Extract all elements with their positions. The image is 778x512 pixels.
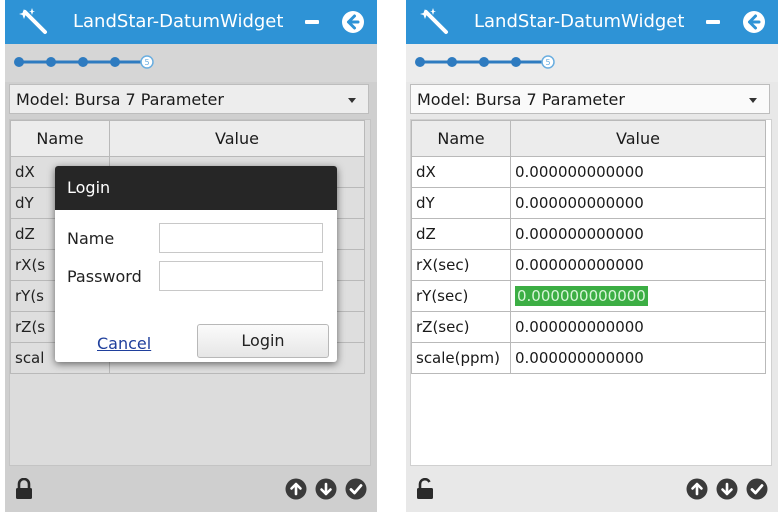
down-arrow-icon[interactable] (716, 478, 738, 500)
step-indicator: 5 (14, 55, 154, 69)
password-field[interactable] (159, 261, 323, 291)
table-row[interactable]: rX(sec) 0.000000000000 (411, 249, 766, 281)
row-value[interactable]: 0.000000000000 (510, 156, 766, 188)
table-row[interactable]: dZ 0.000000000000 (411, 218, 766, 250)
name-label: Name (67, 229, 115, 248)
step-progress: 5 (406, 44, 778, 82)
header-value: Value (510, 120, 766, 157)
model-label: Model: (16, 90, 70, 109)
back-arrow-icon[interactable] (341, 10, 365, 34)
window-title: LandStar-DatumWidget (474, 11, 685, 32)
bottom-toolbar (5, 468, 377, 512)
check-icon[interactable] (345, 478, 367, 500)
row-value[interactable]: 0.000000000000 (510, 311, 766, 343)
row-name: scale(ppm) (411, 342, 511, 374)
model-label: Model: (417, 90, 471, 109)
header-value: Value (109, 120, 365, 157)
header-name: Name (10, 120, 110, 157)
window-title: LandStar-DatumWidget (73, 11, 284, 32)
row-value[interactable]: 0.000000000000 (510, 187, 766, 219)
minimize-icon[interactable] (305, 20, 319, 24)
step-dot (511, 57, 521, 67)
model-select[interactable]: Model: Bursa 7 Parameter (9, 84, 369, 114)
row-value[interactable]: 0.000000000000 (510, 218, 766, 250)
table-header-row: Name Value (10, 120, 365, 157)
model-select-text: Model: Bursa 7 Parameter (16, 90, 224, 109)
step-dot (78, 57, 88, 67)
table-row[interactable]: scale(ppm) 0.000000000000 (411, 342, 766, 374)
row-value[interactable]: 0.000000000000 (510, 342, 766, 374)
up-arrow-icon[interactable] (285, 478, 307, 500)
step-dot (447, 57, 457, 67)
row-value-selected[interactable]: 0.000000000000 (510, 280, 766, 312)
header-name: Name (411, 120, 511, 157)
step-dot (46, 57, 56, 67)
step-dot (14, 57, 24, 67)
wand-icon (420, 8, 448, 34)
table-header-row: Name Value (411, 120, 766, 157)
login-dialog: Login Name Password Cancel Login (55, 166, 337, 362)
row-name: dX (411, 156, 511, 188)
parameter-table: Name Value dX 0.000000000000 dY 0.00000000… (410, 119, 772, 466)
step-current-label: 5 (144, 58, 149, 67)
step-dot (110, 57, 120, 67)
login-dialog-header: Login (55, 166, 337, 210)
datum-widget-window-login: LandStar-DatumWidget 5 Model: Bursa 7 Pa… (5, 0, 377, 512)
row-value[interactable]: 0.000000000000 (510, 249, 766, 281)
back-arrow-icon[interactable] (742, 10, 766, 34)
step-indicator: 5 (415, 55, 555, 69)
step-progress: 5 (5, 44, 377, 82)
title-bar: LandStar-DatumWidget (5, 0, 377, 44)
step-current-label: 5 (545, 58, 550, 67)
name-field[interactable] (159, 223, 323, 253)
row-name: dY (411, 187, 511, 219)
table-row[interactable]: dY 0.000000000000 (411, 187, 766, 219)
datum-widget-window: LandStar-DatumWidget 5 Model: Bursa 7 Pa… (406, 0, 778, 512)
login-dialog-title: Login (67, 178, 111, 197)
row-name: rZ(sec) (411, 311, 511, 343)
lock-icon[interactable] (15, 478, 33, 500)
model-select[interactable]: Model: Bursa 7 Parameter (410, 84, 770, 114)
unlock-icon[interactable] (416, 478, 436, 500)
table-row-selected[interactable]: rY(sec) 0.000000000000 (411, 280, 766, 312)
cancel-button[interactable]: Cancel (97, 334, 151, 353)
selected-value[interactable]: 0.000000000000 (515, 286, 648, 306)
up-arrow-icon[interactable] (686, 478, 708, 500)
chevron-down-icon (348, 98, 356, 103)
step-dot (479, 57, 489, 67)
model-select-text: Model: Bursa 7 Parameter (417, 90, 625, 109)
bottom-toolbar (406, 468, 778, 512)
row-name: rX(sec) (411, 249, 511, 281)
table-row[interactable]: rZ(sec) 0.000000000000 (411, 311, 766, 343)
minimize-icon[interactable] (706, 20, 720, 24)
step-dot (415, 57, 425, 67)
down-arrow-icon[interactable] (315, 478, 337, 500)
model-value: Bursa 7 Parameter (74, 90, 224, 109)
login-button[interactable]: Login (197, 324, 329, 358)
password-label: Password (67, 267, 142, 286)
row-name: rY(sec) (411, 280, 511, 312)
chevron-down-icon (749, 98, 757, 103)
title-bar: LandStar-DatumWidget (406, 0, 778, 44)
table-row[interactable]: dX 0.000000000000 (411, 156, 766, 188)
wand-icon (19, 8, 47, 34)
row-name: dZ (411, 218, 511, 250)
model-value: Bursa 7 Parameter (475, 90, 625, 109)
check-icon[interactable] (746, 478, 768, 500)
